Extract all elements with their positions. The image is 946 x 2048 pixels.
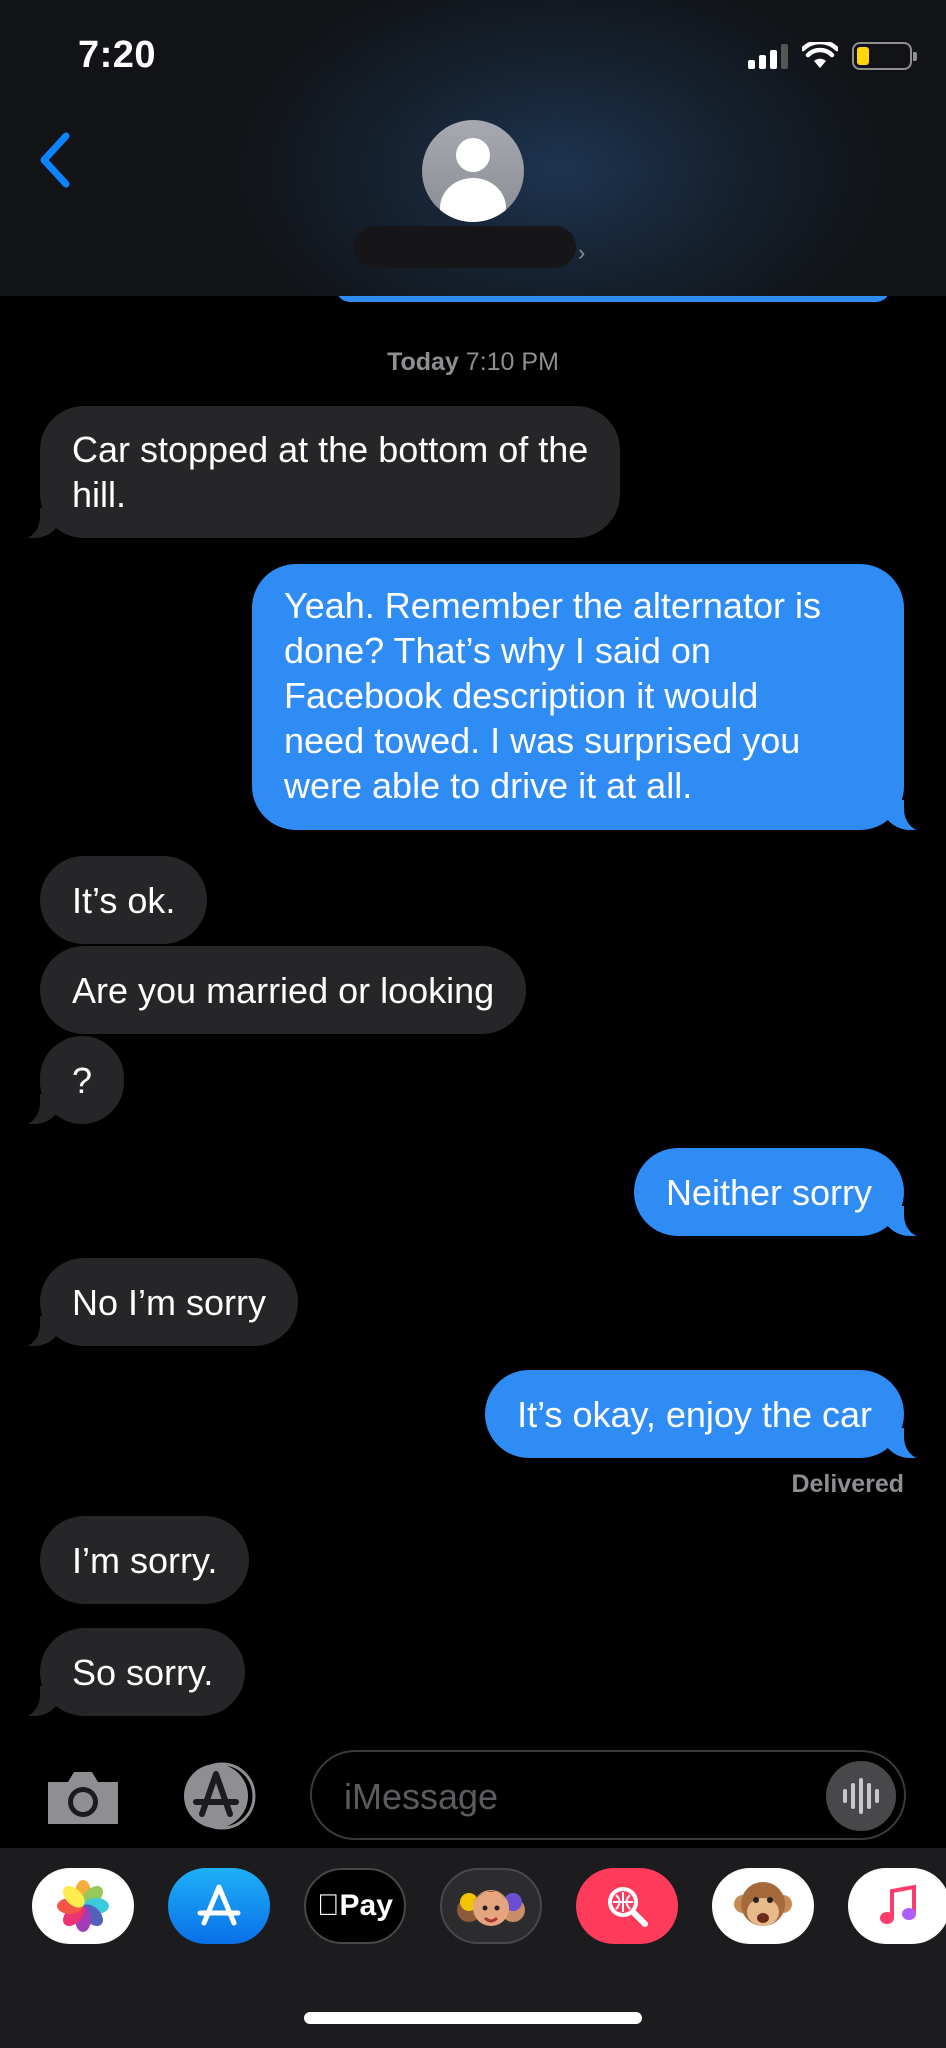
message-line: Neither sorry bbox=[665, 1172, 872, 1213]
photos-icon[interactable] bbox=[32, 1868, 134, 1944]
message-line: need towed. I was surprised you bbox=[284, 720, 801, 761]
app-store-button-icon[interactable] bbox=[176, 1762, 266, 1830]
animoji-icon[interactable] bbox=[712, 1868, 814, 1944]
wifi-icon bbox=[802, 42, 838, 68]
message-bubble-incoming[interactable]: Car stopped at the bottom of the hill. bbox=[13, 406, 621, 539]
imessage-input[interactable]: iMessage bbox=[310, 1750, 906, 1840]
message-line: Car stopped at the bottom of the bbox=[72, 429, 589, 470]
music-icon[interactable] bbox=[848, 1868, 946, 1944]
message-line: hill. bbox=[72, 474, 127, 515]
message-bubble-incoming[interactable]: ? bbox=[13, 1036, 125, 1125]
message-line: Yeah. Remember the alternator is bbox=[284, 585, 821, 626]
status-icons bbox=[748, 42, 917, 70]
audio-message-icon[interactable] bbox=[826, 1761, 896, 1831]
message-bubble-outgoing[interactable]: Neither sorry bbox=[633, 1148, 931, 1237]
contact-avatar[interactable] bbox=[422, 120, 524, 222]
message-line: Facebook description it would bbox=[284, 675, 759, 716]
message-line: ? bbox=[72, 1060, 93, 1101]
message-bubble-incoming[interactable]: It’s ok. bbox=[40, 856, 208, 944]
timestamp-day: Today bbox=[387, 348, 459, 376]
camera-icon[interactable] bbox=[44, 1768, 122, 1826]
message-bubble-outgoing[interactable]: It’s okay, enjoy the car bbox=[485, 1370, 930, 1459]
delivered-status: Delivered bbox=[791, 1470, 904, 1498]
apple-pay-label: Pay bbox=[328, 1889, 393, 1922]
back-chevron-icon[interactable] bbox=[36, 130, 76, 190]
message-line: I’m sorry. bbox=[72, 1540, 218, 1581]
app-store-icon[interactable] bbox=[168, 1868, 270, 1944]
contact-details-chevron-icon[interactable]: › bbox=[578, 240, 585, 266]
message-line: It’s okay, enjoy the car bbox=[517, 1394, 872, 1435]
message-bubble-incoming[interactable]: I’m sorry. bbox=[40, 1516, 250, 1604]
message-bubble-incoming[interactable]: Are you married or looking bbox=[40, 946, 527, 1034]
message-line: Are you married or looking bbox=[72, 970, 495, 1011]
web-images-icon[interactable] bbox=[576, 1868, 678, 1944]
message-bubble-outgoing[interactable]: Yeah. Remember the alternator is done? T… bbox=[252, 564, 930, 831]
message-line: So sorry. bbox=[72, 1652, 214, 1693]
contact-name-redacted[interactable] bbox=[354, 226, 576, 268]
apple-pay-icon[interactable]: Pay bbox=[304, 1868, 406, 1944]
timestamp-time: 7:10 PM bbox=[465, 348, 559, 376]
message-line: No I’m sorry bbox=[72, 1282, 267, 1323]
message-bubble-incoming[interactable]: No I’m sorry bbox=[13, 1258, 299, 1347]
message-line: done? That’s why I said on bbox=[284, 630, 711, 671]
memoji-icon[interactable] bbox=[440, 1868, 542, 1944]
home-indicator[interactable] bbox=[304, 2012, 642, 2024]
status-time: 7:20 bbox=[78, 34, 157, 76]
message-bubble-incoming[interactable]: So sorry. bbox=[13, 1628, 246, 1717]
battery-icon bbox=[852, 42, 917, 70]
message-line: were able to drive it at all. bbox=[284, 765, 693, 806]
input-placeholder: iMessage bbox=[344, 1776, 499, 1817]
conversation-header: 7:20 › bbox=[0, 0, 946, 296]
thread-timestamp: Today 7:10 PM bbox=[0, 348, 946, 377]
message-line: It’s ok. bbox=[72, 880, 176, 921]
cellular-signal-icon bbox=[748, 43, 788, 69]
